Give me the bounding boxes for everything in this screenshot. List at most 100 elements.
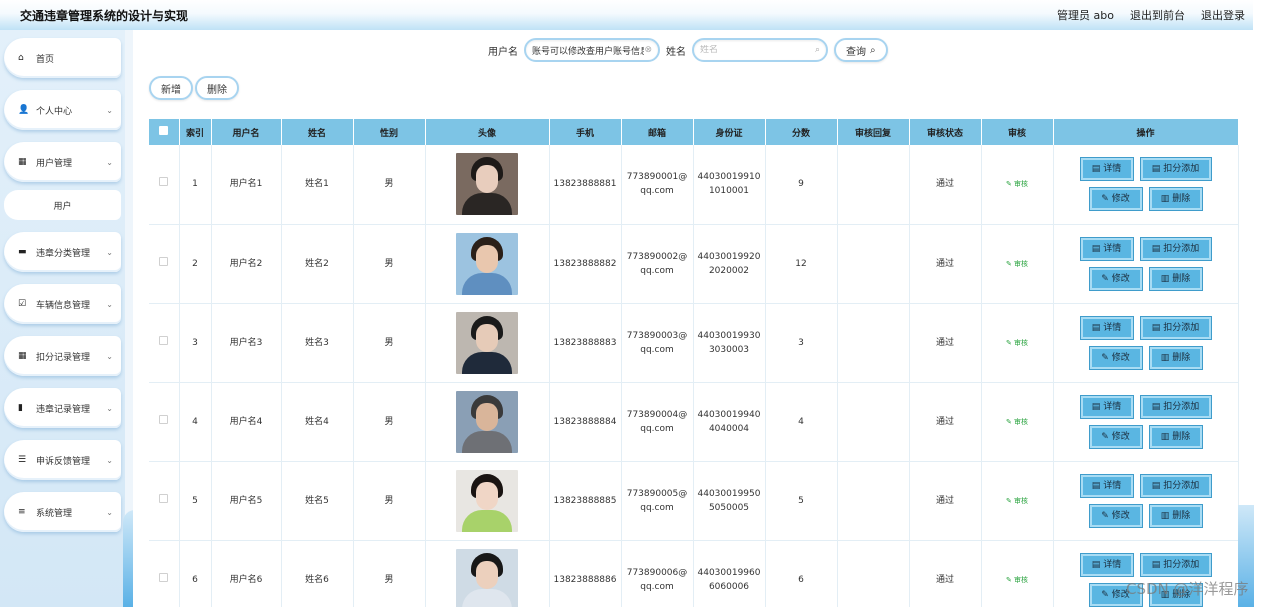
- name-input[interactable]: [700, 45, 815, 55]
- edit-button[interactable]: ✎ 修改: [1088, 424, 1143, 449]
- row-checkbox[interactable]: [159, 335, 169, 345]
- front-link[interactable]: 退出到前台: [1130, 7, 1185, 23]
- detail-button[interactable]: ▤ 详情: [1079, 157, 1134, 182]
- sidebar-item-8[interactable]: ≡ 系统管理 ⌄: [4, 492, 121, 532]
- row-select[interactable]: [149, 303, 180, 383]
- clear-icon[interactable]: ⊗: [644, 45, 652, 55]
- username-input[interactable]: [532, 45, 645, 55]
- edit-button[interactable]: ✎ 修改: [1088, 503, 1143, 528]
- row-checkbox[interactable]: [159, 414, 169, 424]
- cell-phone: 13823888884: [549, 382, 622, 462]
- cell-username: 用户名1: [211, 145, 282, 225]
- cell-email: 773890005@ qq.com: [621, 461, 694, 541]
- audit-link[interactable]: ✎ 审核: [1006, 180, 1028, 188]
- audit-link[interactable]: ✎ 审核: [1006, 497, 1028, 505]
- sidebar-item-label: 违章记录管理: [36, 404, 91, 415]
- detail-button[interactable]: ▤ 详情: [1079, 473, 1134, 498]
- cell-id-card: 44030019910 1010001: [693, 145, 766, 225]
- sidebar-subitem-user[interactable]: 用户: [4, 190, 121, 220]
- sidebar-item-1[interactable]: 👤 个人中心 ⌄: [4, 90, 121, 130]
- id-line-1: 44030019960: [697, 567, 761, 578]
- action-row-2: ✎ 修改 ▥ 删除: [1088, 424, 1203, 449]
- cell-avatar: [425, 303, 550, 383]
- add-button[interactable]: 新增: [149, 76, 193, 100]
- cell-index: 1: [179, 145, 212, 225]
- chevron-down-icon: ⌄: [106, 351, 113, 361]
- deduct-add-button[interactable]: ▤ 扣分添加: [1139, 236, 1212, 261]
- delete-row-button[interactable]: ▥ 删除: [1148, 424, 1203, 449]
- row-select[interactable]: [149, 224, 180, 304]
- email-line-2: qq.com: [640, 581, 674, 592]
- cell-index: 6: [179, 540, 212, 607]
- deduct-add-button[interactable]: ▤ 扣分添加: [1139, 394, 1212, 419]
- row-checkbox[interactable]: [159, 493, 169, 503]
- deduct-add-button[interactable]: ▤ 扣分添加: [1139, 157, 1212, 182]
- audit-link[interactable]: ✎ 审核: [1006, 260, 1028, 268]
- delete-row-button-label: 删除: [1172, 352, 1191, 363]
- cell-reply: [837, 461, 910, 541]
- audit-link[interactable]: ✎ 审核: [1006, 339, 1028, 347]
- grid-icon: ▦: [18, 157, 27, 167]
- action-row-1: ▤ 详情 ▤ 扣分添加: [1079, 157, 1212, 182]
- cell-audit: ✎ 审核: [981, 461, 1054, 541]
- sidebar-item-2[interactable]: ▦ 用户管理 ⌄: [4, 142, 121, 182]
- cell-email: 773890004@ qq.com: [621, 382, 694, 462]
- delete-row-button[interactable]: ▥ 删除: [1148, 187, 1203, 212]
- row-checkbox[interactable]: [159, 572, 169, 582]
- sidebar-item-0[interactable]: ⌂ 首页: [4, 38, 121, 78]
- audit-link[interactable]: ✎ 审核: [1006, 576, 1028, 584]
- sidebar-item-6[interactable]: ▮ 违章记录管理 ⌄: [4, 388, 121, 428]
- edit-button-label: 修改: [1111, 510, 1130, 521]
- cell-actions: ▤ 详情 ▤ 扣分添加 ✎ 修改 ▥ 删除: [1053, 461, 1239, 541]
- row-select[interactable]: [149, 540, 180, 607]
- monitor-icon: ▬: [18, 247, 27, 257]
- detail-button-label: 详情: [1103, 401, 1122, 412]
- column-header-5: 手机: [549, 119, 622, 145]
- chevron-down-icon: ⌄: [106, 507, 113, 517]
- deduct-add-button[interactable]: ▤ 扣分添加: [1139, 315, 1212, 340]
- bar-chart-icon: ▮: [18, 403, 23, 413]
- sidebar-item-7[interactable]: ☰ 申诉反馈管理 ⌄: [4, 440, 121, 480]
- deduct-add-button-label: 扣分添加: [1163, 243, 1200, 254]
- column-header-1: 用户名: [211, 119, 282, 145]
- delete-row-button[interactable]: ▥ 删除: [1148, 503, 1203, 528]
- edit-button[interactable]: ✎ 修改: [1088, 187, 1143, 212]
- header-select-all[interactable]: [149, 119, 180, 145]
- select-all-checkbox[interactable]: [159, 126, 169, 135]
- deduct-add-button[interactable]: ▤ 扣分添加: [1139, 473, 1212, 498]
- delete-row-button[interactable]: ▥ 删除: [1148, 345, 1203, 370]
- row-select[interactable]: [149, 145, 180, 225]
- detail-button[interactable]: ▤ 详情: [1079, 315, 1134, 340]
- avatar-body: [462, 588, 512, 607]
- edit-button[interactable]: ✎ 修改: [1088, 345, 1143, 370]
- table-row: 5 用户名5 姓名5 男 13823888885 773890005@ qq.com 4403…: [149, 461, 1239, 541]
- sidebar-item-4[interactable]: ☑ 车辆信息管理 ⌄: [4, 284, 121, 324]
- deduct-add-button[interactable]: ▤ 扣分添加: [1139, 552, 1212, 577]
- row-checkbox[interactable]: [159, 177, 169, 187]
- sidebar-item-label: 申诉反馈管理: [36, 456, 91, 467]
- logout-link[interactable]: 退出登录: [1201, 7, 1245, 23]
- deduct-add-button-label: 扣分添加: [1163, 401, 1200, 412]
- detail-button[interactable]: ▤ 详情: [1079, 552, 1134, 577]
- pencil-icon: ✎: [1101, 352, 1109, 363]
- row-select[interactable]: [149, 382, 180, 462]
- detail-button[interactable]: ▤ 详情: [1079, 394, 1134, 419]
- sidebar-item-5[interactable]: ▦ 扣分记录管理 ⌄: [4, 336, 121, 376]
- cell-phone: 13823888883: [549, 303, 622, 383]
- sidebar-item-3[interactable]: ▬ 违章分类管理 ⌄: [4, 232, 121, 272]
- detail-button-label: 详情: [1103, 559, 1122, 570]
- query-button[interactable]: 查询 ⌕: [834, 38, 888, 62]
- document-icon: ▤: [1091, 559, 1101, 570]
- detail-button[interactable]: ▤ 详情: [1079, 236, 1134, 261]
- document-icon: ▤: [1091, 480, 1101, 491]
- audit-link[interactable]: ✎ 审核: [1006, 418, 1028, 426]
- trash-icon: ▥: [1160, 510, 1170, 521]
- id-line-1: 44030019950: [697, 488, 761, 499]
- row-checkbox[interactable]: [159, 256, 169, 266]
- delete-row-button[interactable]: ▥ 删除: [1148, 266, 1203, 291]
- delete-button[interactable]: 删除: [195, 76, 239, 100]
- row-select[interactable]: [149, 461, 180, 541]
- cell-phone: 13823888882: [549, 224, 622, 304]
- sidebar-item-label: 扣分记录管理: [36, 352, 91, 363]
- edit-button[interactable]: ✎ 修改: [1088, 266, 1143, 291]
